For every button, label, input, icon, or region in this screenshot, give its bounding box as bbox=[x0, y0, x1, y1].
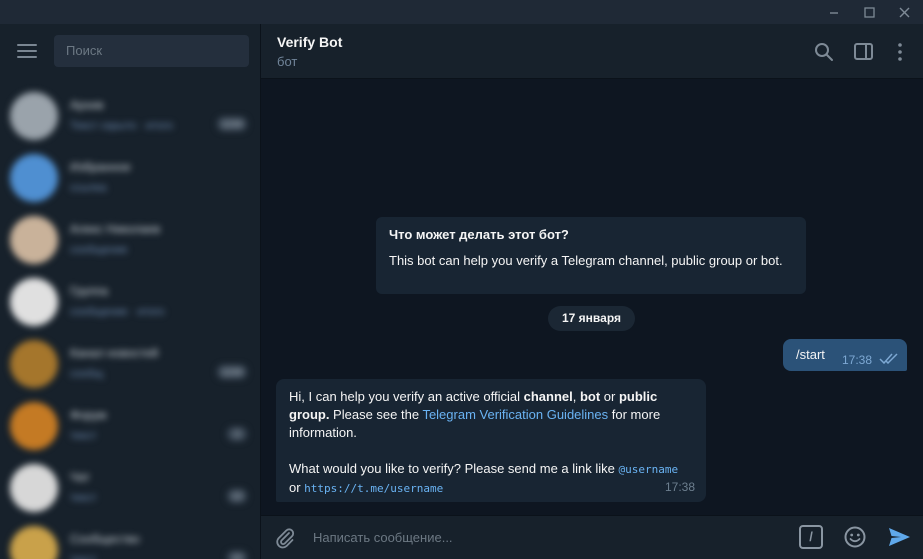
window-titlebar bbox=[0, 0, 923, 24]
incoming-message[interactable]: Hi, I can help you verify an active offi… bbox=[276, 379, 706, 502]
chat-item-title: Алекс Николаев bbox=[70, 222, 161, 236]
chat-item-preview: сообщение bbox=[70, 244, 128, 256]
chat-item-title: Архив bbox=[70, 98, 104, 112]
chat-item-title: Группа bbox=[70, 284, 109, 298]
avatar bbox=[10, 216, 58, 264]
message-input[interactable]: Написать сообщение... bbox=[313, 530, 453, 545]
hamburger-menu-icon[interactable] bbox=[17, 44, 37, 58]
unread-badge: 10 bbox=[226, 551, 247, 559]
avatar bbox=[10, 526, 58, 559]
date-separator: 17 января bbox=[548, 306, 635, 331]
chat-item-title: Избранное bbox=[70, 160, 131, 174]
chat-list-item[interactable]: Алекс Николаев сообщение bbox=[0, 210, 260, 272]
chat-list-item[interactable]: Избранное ссылка bbox=[0, 148, 260, 210]
chat-list-item[interactable]: Группа сообщение · итого bbox=[0, 272, 260, 334]
avatar bbox=[10, 154, 58, 202]
chat-item-preview: Текст скрыто · итого bbox=[70, 120, 173, 132]
unread-badge: 1234 bbox=[216, 365, 247, 379]
message-time: 17:38 bbox=[664, 480, 695, 494]
unread-badge: 3 bbox=[227, 427, 247, 441]
avatar bbox=[10, 464, 58, 512]
chat-item-preview: текст bbox=[70, 554, 97, 559]
message-time: 17:38 bbox=[842, 353, 873, 367]
double-check-icon bbox=[879, 353, 898, 364]
chat-item-title: Форум bbox=[70, 408, 107, 422]
guidelines-link[interactable]: Telegram Verification Guidelines bbox=[422, 407, 608, 422]
avatar bbox=[10, 402, 58, 450]
minimize-icon[interactable] bbox=[819, 0, 849, 24]
chat-list-item[interactable]: Сообщество текст 10 bbox=[0, 520, 260, 559]
chat-list-item[interactable]: Канал новостей сообщ 1234 bbox=[0, 334, 260, 396]
close-icon[interactable] bbox=[889, 0, 919, 24]
url-code[interactable]: https://t.me/username bbox=[304, 482, 443, 495]
more-options-icon[interactable] bbox=[889, 41, 911, 63]
message-text: /start bbox=[796, 347, 825, 362]
username-code[interactable]: @username bbox=[619, 463, 679, 476]
avatar bbox=[10, 278, 58, 326]
chat-list: Архив Текст скрыто · итого 1234 Избранное сс… bbox=[0, 86, 260, 559]
message-paragraph-2: What would you like to verify? Please se… bbox=[289, 461, 679, 495]
bot-description-card: Что может делать этот бот? This bot can … bbox=[376, 217, 806, 294]
chat-item-preview: сообщ bbox=[70, 368, 104, 380]
chat-item-title: Чат bbox=[70, 470, 90, 484]
unread-badge: 1234 bbox=[216, 117, 247, 131]
message-area: Что может делать этот бот? This bot can … bbox=[261, 79, 923, 515]
avatar bbox=[10, 92, 58, 140]
maximize-icon[interactable] bbox=[854, 0, 884, 24]
chat-item-preview: текст bbox=[70, 430, 97, 442]
message-paragraph-1: Hi, I can help you verify an active offi… bbox=[289, 389, 661, 440]
paperclip-icon[interactable] bbox=[273, 526, 297, 550]
chat-item-title: Канал новостей bbox=[70, 346, 159, 360]
chat-list-item[interactable]: Архив Текст скрыто · итого 1234 bbox=[0, 86, 260, 148]
chat-header: Verify Bot бот bbox=[261, 24, 923, 79]
unread-badge: 12 bbox=[226, 489, 247, 503]
chat-item-title: Сообщество bbox=[70, 532, 140, 546]
chat-title[interactable]: Verify Bot bbox=[277, 34, 342, 50]
chat-subtitle: бот bbox=[277, 54, 298, 69]
chat-list-panel: Поиск Архив Текст скрыто · итого 1234 Избра… bbox=[0, 24, 261, 559]
emoji-icon[interactable] bbox=[843, 525, 867, 549]
search-icon[interactable] bbox=[813, 41, 835, 63]
search-input[interactable]: Поиск bbox=[54, 35, 249, 67]
message-composer: Написать сообщение... / bbox=[261, 515, 923, 559]
chat-list-item[interactable]: Чат текст 12 bbox=[0, 458, 260, 520]
chat-item-preview: текст bbox=[70, 492, 97, 504]
bot-commands-icon[interactable]: / bbox=[799, 525, 823, 549]
bot-description-text: This bot can help you verify a Telegram … bbox=[389, 253, 783, 268]
chat-item-preview: сообщение · итого bbox=[70, 306, 165, 318]
avatar bbox=[10, 340, 58, 388]
sidebar-toggle-icon[interactable] bbox=[853, 41, 875, 63]
bot-description-title: Что может делать этот бот? bbox=[389, 227, 569, 242]
chat-list-item[interactable]: Форум текст 3 bbox=[0, 396, 260, 458]
outgoing-message[interactable]: /start 17:38 bbox=[783, 339, 907, 371]
send-icon[interactable] bbox=[886, 524, 912, 550]
chat-item-preview: ссылка bbox=[70, 182, 107, 194]
